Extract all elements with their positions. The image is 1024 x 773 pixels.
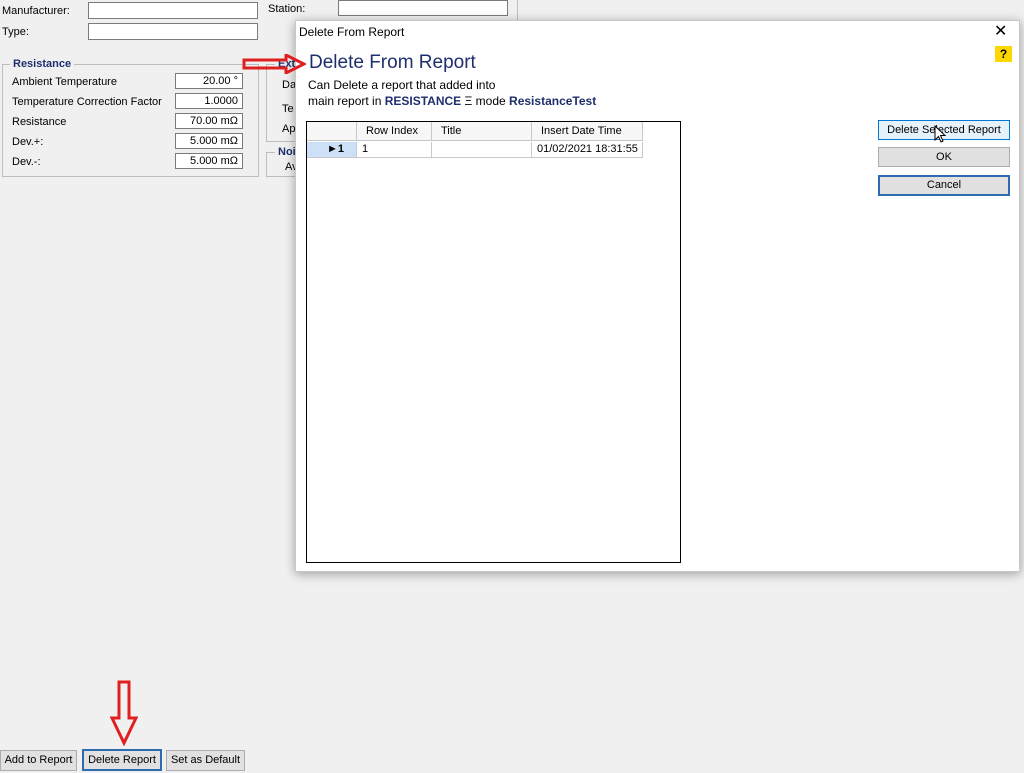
column-header-insert-date-time[interactable]: Insert Date Time <box>532 122 643 141</box>
mouse-cursor-icon <box>934 125 947 143</box>
type-label: Type: <box>2 26 29 38</box>
dialog-heading: Delete From Report <box>309 52 476 73</box>
dev-minus-value[interactable]: 5.000 mΩ <box>175 153 243 169</box>
cell-title[interactable] <box>432 142 532 158</box>
dialog-description-line1: Can Delete a report that added into <box>308 78 496 92</box>
dialog-window-title: Delete From Report <box>299 25 405 39</box>
ext-label-ap: Ap <box>282 123 296 135</box>
column-header-title[interactable]: Title <box>432 122 532 141</box>
cancel-button[interactable]: Cancel <box>878 175 1010 196</box>
desc-prefix: main report in <box>308 94 382 108</box>
mode-label: mode <box>475 94 506 108</box>
cell-insert-date-time[interactable]: 01/02/2021 18:31:55 <box>532 142 643 158</box>
station-label: Station: <box>268 3 306 15</box>
type-input[interactable] <box>88 23 258 40</box>
help-icon[interactable]: ? <box>995 46 1012 62</box>
divider <box>517 0 518 20</box>
station-input[interactable] <box>338 0 508 16</box>
mode-symbol-icon: Ξ <box>464 94 473 108</box>
manufacturer-label: Manufacturer: <box>2 5 70 17</box>
resistance-group-title: Resistance <box>10 58 75 70</box>
ambient-temp-label: Ambient Temperature <box>12 76 117 88</box>
mode-name: ResistanceTest <box>509 94 597 108</box>
grid-corner-header <box>307 122 357 141</box>
delete-report-button[interactable]: Delete Report <box>82 749 162 771</box>
reports-grid[interactable]: Row Index Title Insert Date Time ►1 1 01… <box>306 121 681 563</box>
resistance-label: Resistance <box>12 116 67 128</box>
temp-correction-label: Temperature Correction Factor <box>12 96 162 108</box>
ambient-temp-value[interactable]: 20.00 ° <box>175 73 243 89</box>
annotation-arrow-down-icon <box>110 680 138 746</box>
test-name: RESISTANCE <box>384 94 462 108</box>
resistance-value[interactable]: 70.00 mΩ <box>175 113 243 129</box>
manufacturer-input[interactable] <box>88 2 258 19</box>
cell-row-index[interactable]: 1 <box>357 142 432 158</box>
dialog-description-line2: main report in RESISTANCE Ξ mode Resista… <box>308 94 596 108</box>
temp-correction-value[interactable]: 1.0000 <box>175 93 243 109</box>
ok-button[interactable]: OK <box>878 147 1010 167</box>
close-icon[interactable]: ✕ <box>994 22 1007 42</box>
annotation-arrow-right-icon <box>242 54 306 74</box>
dev-plus-label: Dev.+: <box>12 136 44 148</box>
row-selector[interactable]: ►1 <box>307 142 357 158</box>
table-row[interactable]: ►1 1 01/02/2021 18:31:55 <box>307 142 643 158</box>
set-as-default-button[interactable]: Set as Default <box>166 750 245 771</box>
dev-minus-label: Dev.-: <box>12 156 41 168</box>
column-header-row-index[interactable]: Row Index <box>357 122 432 141</box>
ext-label-da: Da <box>282 79 297 91</box>
delete-from-report-dialog: Delete From Report ✕ ? Delete From Repor… <box>295 20 1020 572</box>
dev-plus-value[interactable]: 5.000 mΩ <box>175 133 243 149</box>
ext-label-te: Te <box>282 103 294 115</box>
add-to-report-button[interactable]: Add to Report <box>0 750 77 771</box>
